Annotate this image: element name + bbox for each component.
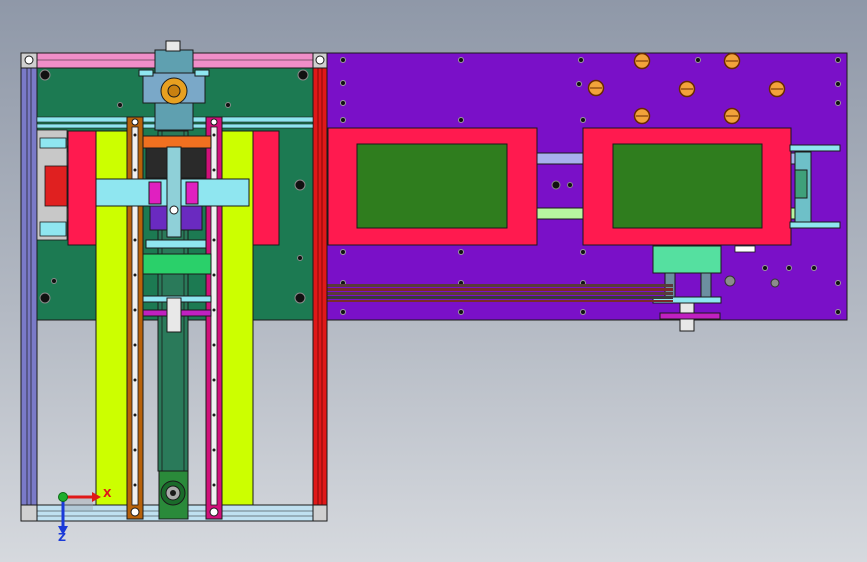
left-side-clamp (36, 129, 68, 241)
right-tray-window (612, 143, 763, 229)
right-red-block (252, 130, 280, 246)
left-tray-window (356, 143, 508, 229)
right-red-column (312, 52, 328, 522)
left-column (20, 52, 38, 522)
left-red-block (67, 130, 97, 246)
y-axis-dot (58, 492, 68, 502)
x-axis-label: X (103, 487, 112, 500)
cad-drawing (20, 40, 848, 535)
bottom-idler-pulley (158, 470, 189, 520)
z-axis-label: Z (58, 531, 66, 544)
